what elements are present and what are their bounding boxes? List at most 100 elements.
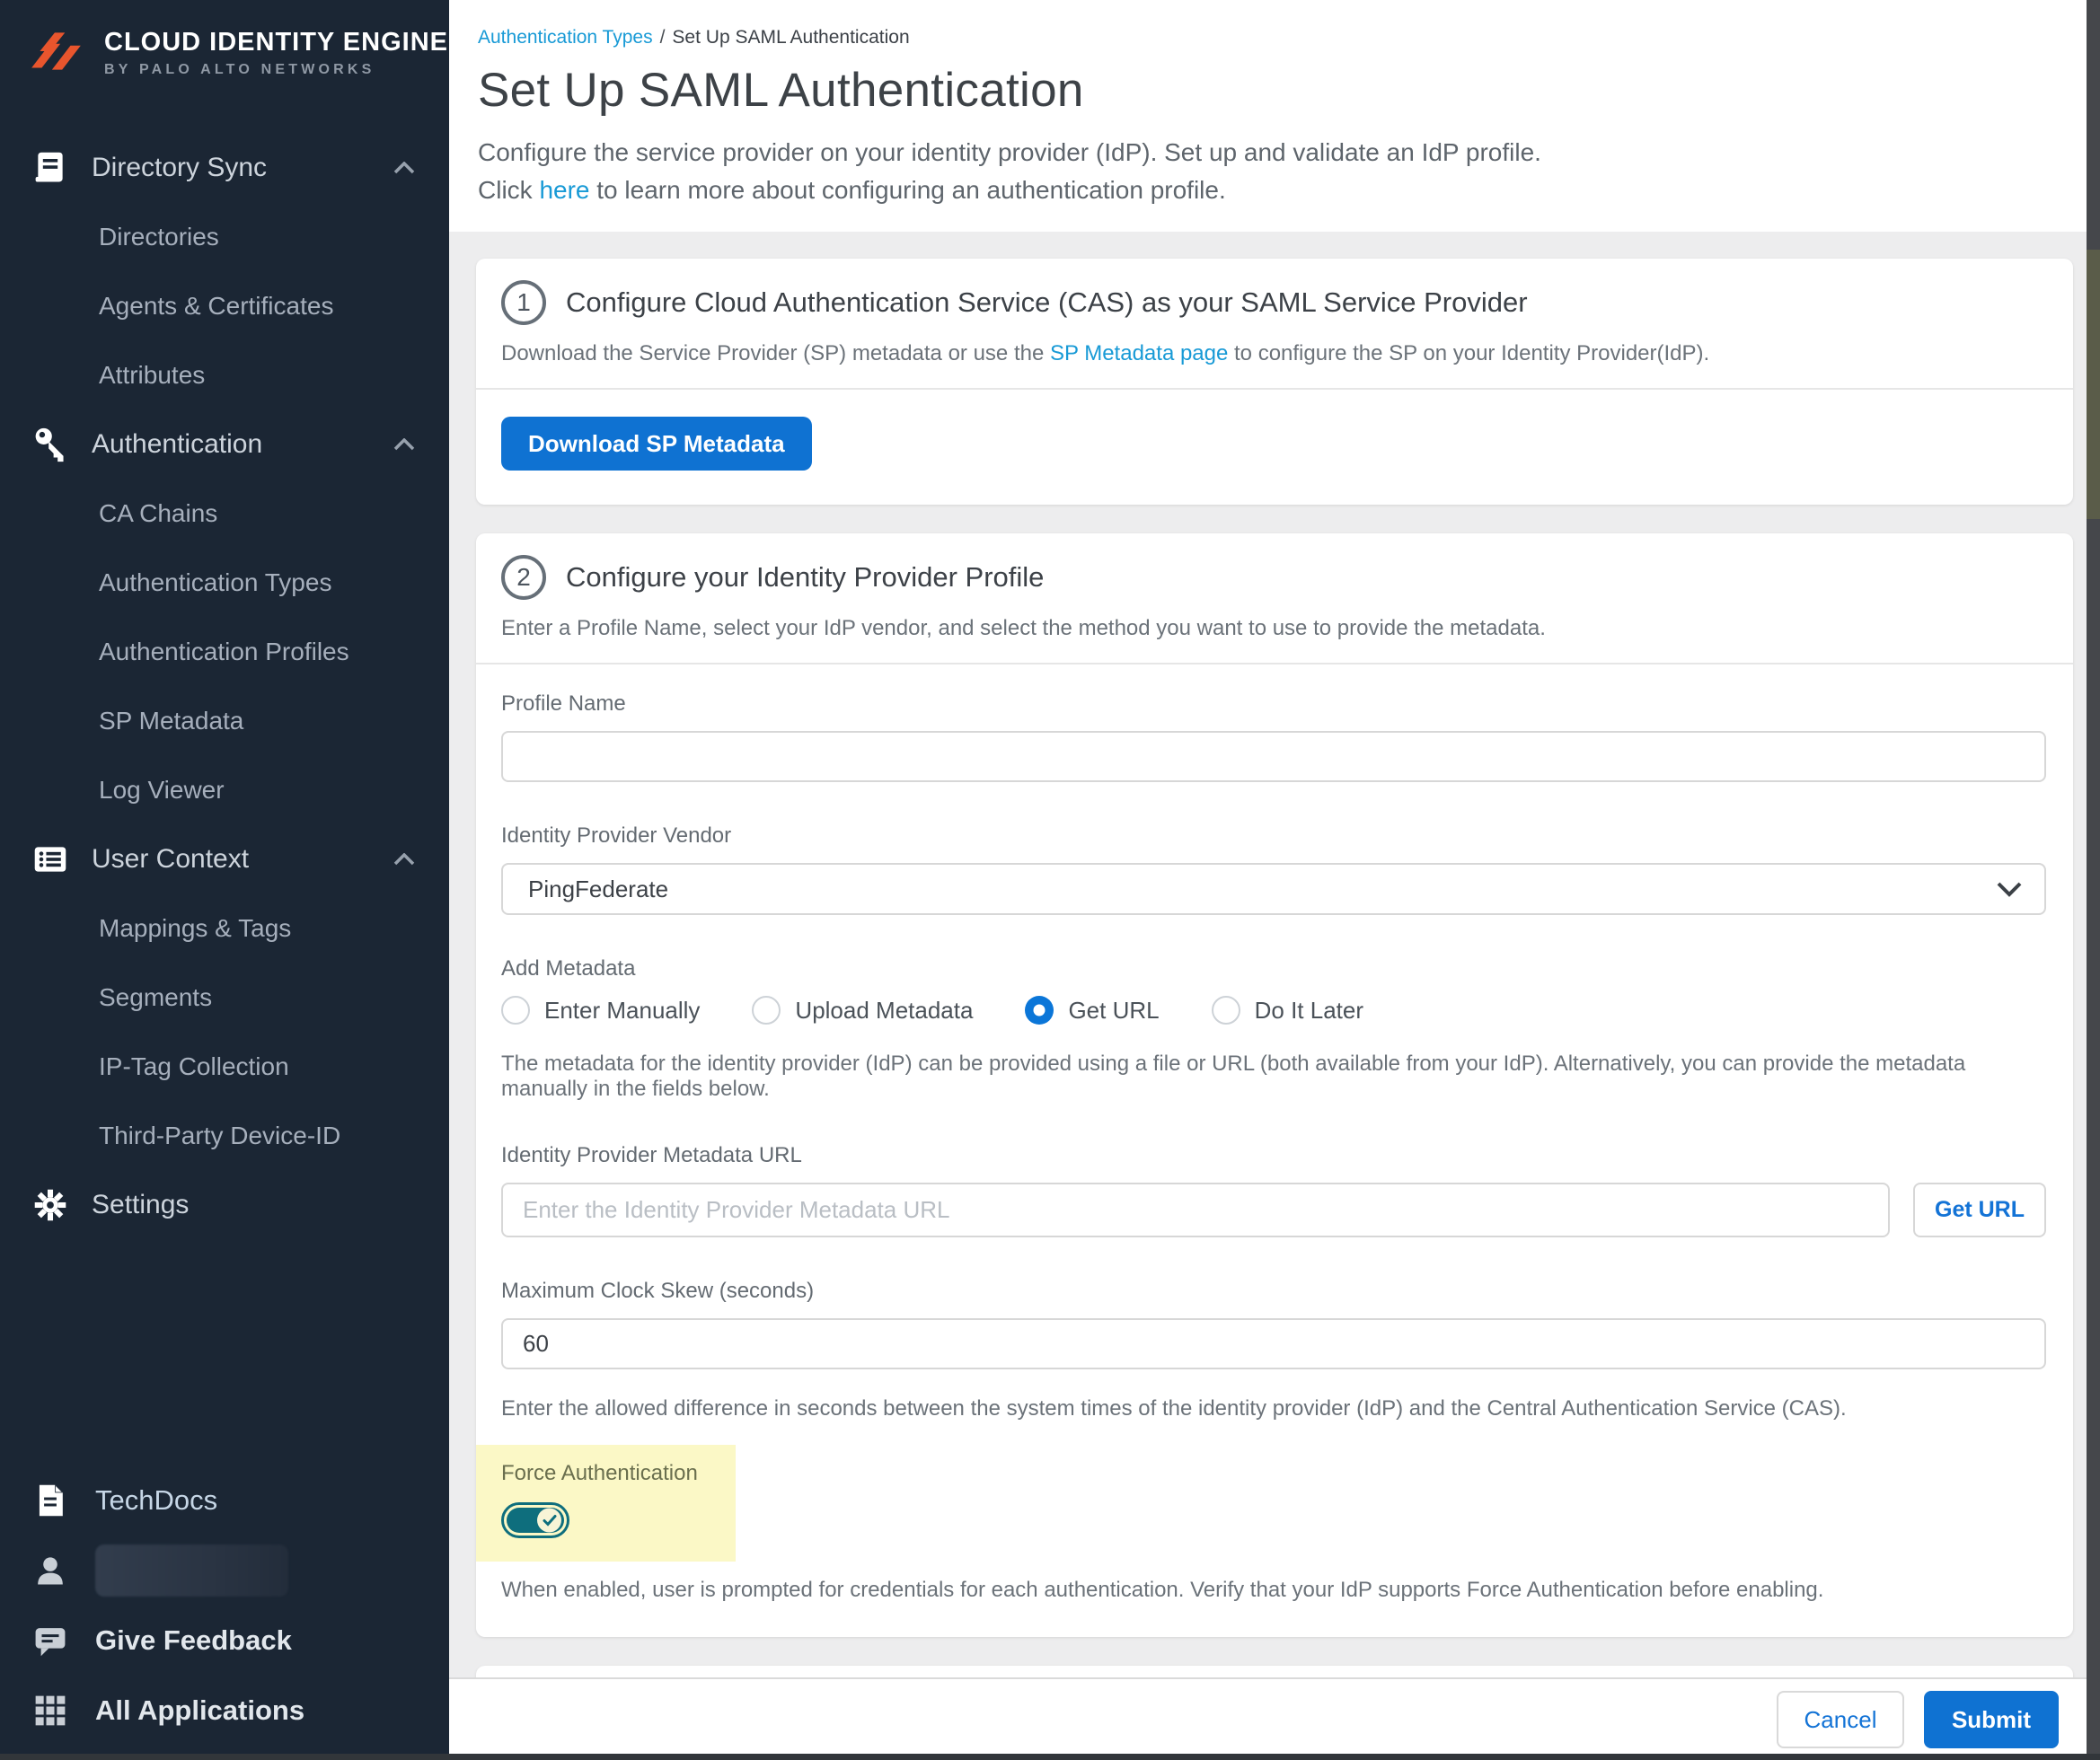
idp-vendor-label: Identity Provider Vendor [501, 823, 2046, 849]
force-authentication-highlight: Force Authentication [476, 1445, 736, 1562]
sidebar-item-third-party-device-id[interactable]: Third-Party Device-ID [0, 1101, 449, 1170]
sidebar-nav: Directory Sync Directories Agents & Cert… [0, 133, 449, 1239]
all-applications-label: All Applications [95, 1694, 304, 1727]
sidebar-item-authentication-types[interactable]: Authentication Types [0, 548, 449, 617]
step2-title: Configure your Identity Provider Profile [566, 561, 1044, 594]
sidebar-item-directories[interactable]: Directories [0, 202, 449, 271]
sidebar-section-label: User Context [92, 844, 393, 875]
metadata-url-group: Identity Provider Metadata URL Get URL [501, 1143, 2046, 1237]
get-url-button[interactable]: Get URL [1913, 1183, 2046, 1237]
radio-do-it-later[interactable]: Do It Later [1212, 996, 1363, 1025]
page-description: Configure the service provider on your i… [478, 134, 2064, 209]
idp-vendor-select[interactable]: PingFederate [501, 863, 2046, 915]
document-icon [31, 1481, 70, 1520]
radio-get-url[interactable]: Get URL [1025, 996, 1159, 1025]
profile-name-input[interactable] [501, 731, 2046, 782]
chevron-up-icon [393, 162, 415, 174]
sidebar-item-ca-chains[interactable]: CA Chains [0, 479, 449, 548]
breadcrumb: Authentication Types / Set Up SAML Authe… [478, 27, 2064, 48]
sidebar-item-give-feedback[interactable]: Give Feedback [0, 1606, 449, 1676]
key-icon [31, 425, 70, 464]
page-description-line2-suffix: to learn more about configuring an authe… [590, 176, 1226, 204]
sidebar-item-sp-metadata[interactable]: SP Metadata [0, 686, 449, 755]
step1-card: 1 Configure Cloud Authentication Service… [476, 259, 2073, 505]
cancel-button[interactable]: Cancel [1777, 1691, 1904, 1748]
radio-upload-metadata[interactable]: Upload Metadata [752, 996, 973, 1025]
step2-number-badge: 2 [501, 555, 546, 600]
page-description-line2-prefix: Click [478, 176, 539, 204]
force-authentication-label: Force Authentication [501, 1461, 698, 1486]
main-content: Authentication Types / Set Up SAML Authe… [449, 0, 2100, 1760]
apps-grid-icon [31, 1691, 70, 1730]
app-subtitle: BY PALO ALTO NETWORKS [104, 62, 448, 78]
palo-alto-logo-icon [27, 23, 86, 83]
sidebar-item-ip-tag-collection[interactable]: IP-Tag Collection [0, 1032, 449, 1101]
notebook-icon [31, 148, 70, 188]
page-description-line1: Configure the service provider on your i… [478, 138, 1541, 166]
cloud-identity-engine-app: CLOUD IDENTITY ENGINE BY PALO ALTO NETWO… [0, 0, 2100, 1760]
download-sp-metadata-button[interactable]: Download SP Metadata [501, 417, 812, 471]
radio-circle-icon [501, 996, 530, 1025]
sidebar-item-log-viewer[interactable]: Log Viewer [0, 755, 449, 824]
sidebar-item-agents-certificates[interactable]: Agents & Certificates [0, 271, 449, 340]
breadcrumb-current: Set Up SAML Authentication [672, 27, 909, 48]
radio-circle-icon [752, 996, 781, 1025]
step1-description: Download the Service Provider (SP) metad… [501, 341, 2044, 366]
techdocs-label: TechDocs [95, 1484, 217, 1517]
gear-icon [31, 1185, 70, 1225]
radio-circle-icon [1212, 996, 1240, 1025]
page-header: Authentication Types / Set Up SAML Authe… [449, 0, 2100, 232]
sidebar-item-authentication-profiles[interactable]: Authentication Profiles [0, 617, 449, 686]
learn-more-here-link[interactable]: here [539, 176, 589, 204]
content-area: 1 Configure Cloud Authentication Service… [449, 232, 2100, 1677]
window-scrollbar[interactable] [2087, 0, 2100, 1760]
step1-title: Configure Cloud Authentication Service (… [566, 286, 1528, 319]
sidebar-item-mappings-tags[interactable]: Mappings & Tags [0, 893, 449, 963]
add-metadata-group: Add Metadata Enter Manually Upload Metad… [501, 956, 2046, 1102]
sidebar-section-directory-sync[interactable]: Directory Sync [0, 133, 449, 202]
metadata-url-input[interactable] [501, 1183, 1890, 1237]
step2-description: Enter a Profile Name, select your IdP ve… [501, 616, 2044, 641]
submit-button[interactable]: Submit [1924, 1691, 2059, 1748]
chevron-up-icon [393, 438, 415, 451]
radio-enter-manually[interactable]: Enter Manually [501, 996, 700, 1025]
radio-circle-selected-icon [1025, 996, 1054, 1025]
sp-metadata-page-link[interactable]: SP Metadata page [1050, 341, 1228, 365]
toggle-check-icon [537, 1509, 561, 1533]
sidebar-user-account[interactable] [0, 1536, 449, 1606]
app-logo: CLOUD IDENTITY ENGINE BY PALO ALTO NETWO… [0, 0, 449, 83]
clock-skew-group: Maximum Clock Skew (seconds) Enter the a… [501, 1279, 2046, 1421]
sidebar-item-segments[interactable]: Segments [0, 963, 449, 1032]
clock-skew-helper: Enter the allowed difference in seconds … [501, 1396, 2046, 1421]
sidebar-section-settings[interactable]: Settings [0, 1170, 449, 1239]
chat-feedback-icon [31, 1621, 70, 1660]
sidebar-section-authentication[interactable]: Authentication [0, 409, 449, 479]
action-footer: Cancel Submit [449, 1677, 2100, 1760]
give-feedback-label: Give Feedback [95, 1624, 292, 1657]
idp-vendor-selected-value: PingFederate [528, 876, 668, 903]
clock-skew-input[interactable] [501, 1318, 2046, 1369]
breadcrumb-authentication-types-link[interactable]: Authentication Types [478, 27, 653, 48]
profile-name-label: Profile Name [501, 691, 2046, 717]
sidebar-bottom: TechDocs Give Feedback [0, 1465, 449, 1760]
add-metadata-label: Add Metadata [501, 956, 2046, 981]
force-authentication-helper: When enabled, user is prompted for crede… [501, 1578, 2046, 1603]
sidebar: CLOUD IDENTITY ENGINE BY PALO ALTO NETWO… [0, 0, 449, 1760]
metadata-url-label: Identity Provider Metadata URL [501, 1143, 2046, 1168]
sidebar-item-techdocs[interactable]: TechDocs [0, 1465, 449, 1536]
step2-card: 2 Configure your Identity Provider Profi… [476, 533, 2073, 1637]
redacted-username [95, 1544, 288, 1597]
sidebar-item-all-applications[interactable]: All Applications [0, 1676, 449, 1746]
force-authentication-toggle[interactable] [501, 1502, 569, 1538]
sidebar-section-user-context[interactable]: User Context [0, 824, 449, 893]
sidebar-section-label: Settings [92, 1190, 415, 1220]
scrollbar-thumb[interactable] [2087, 250, 2100, 519]
sidebar-section-label: Authentication [92, 429, 393, 460]
profile-name-group: Profile Name [501, 691, 2046, 782]
sidebar-item-attributes[interactable]: Attributes [0, 340, 449, 409]
sidebar-section-label: Directory Sync [92, 153, 393, 183]
clock-skew-label: Maximum Clock Skew (seconds) [501, 1279, 2046, 1304]
window-bottom-edge [0, 1754, 2100, 1760]
idp-vendor-group: Identity Provider Vendor PingFederate [501, 823, 2046, 915]
add-metadata-radio-group: Enter Manually Upload Metadata Get URL [501, 996, 2046, 1025]
